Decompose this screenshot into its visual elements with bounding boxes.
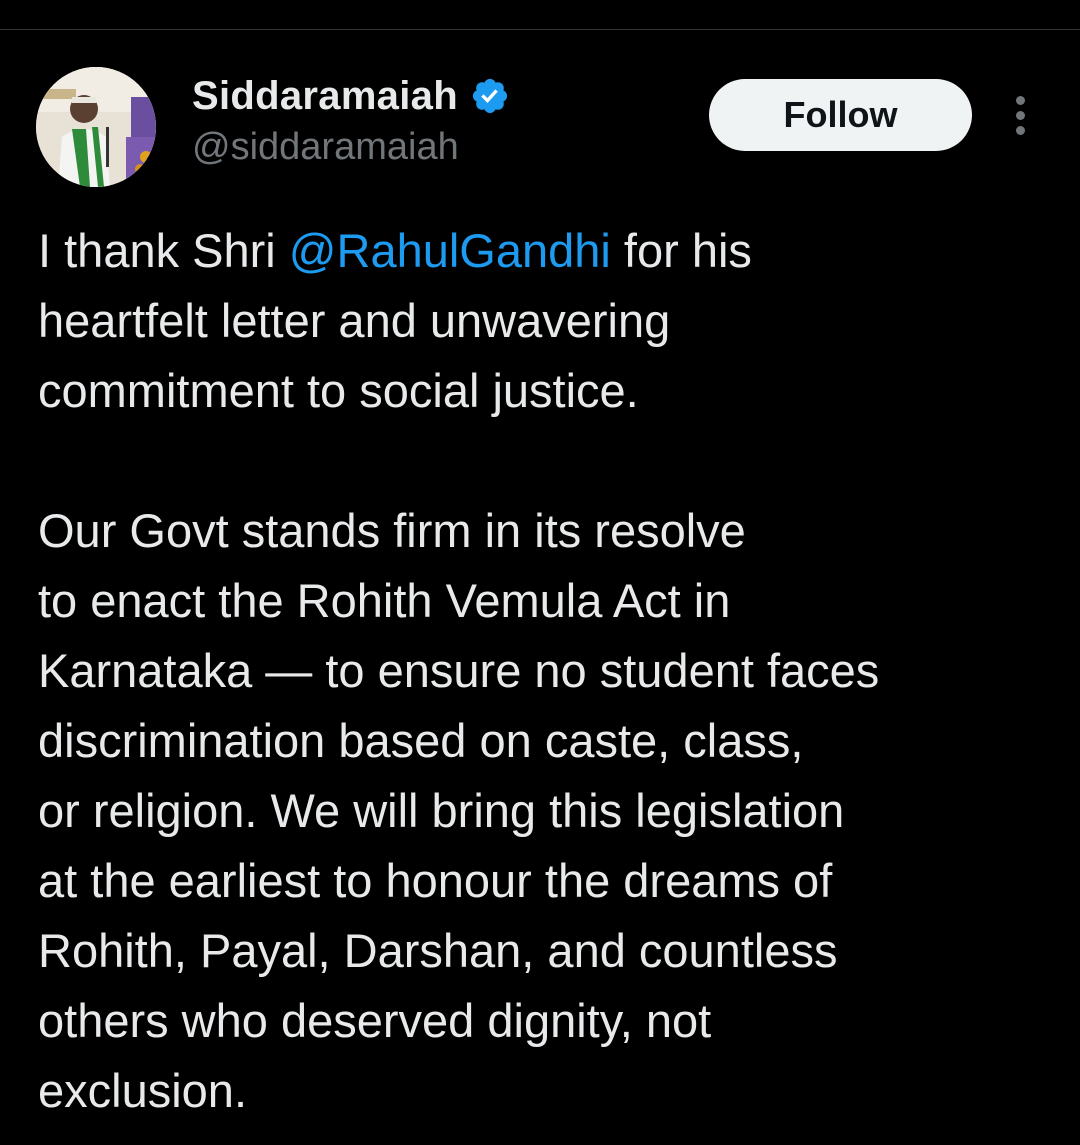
author-display-name[interactable]: Siddaramaiah (192, 74, 458, 119)
tweet-line: Karnataka — to ensure no student faces (38, 644, 880, 697)
author-name-row[interactable]: Siddaramaiah (192, 70, 510, 122)
tweet-text: I thank Shri @RahulGandhi for his heartf… (38, 216, 1058, 1126)
avatar-photo (36, 67, 156, 187)
tweet-line: or religion. We will bring this legislat… (38, 784, 845, 837)
author-handle[interactable]: @siddaramaiah (192, 126, 459, 169)
tweet-line: heartfelt letter and unwavering (38, 294, 671, 347)
tweet-line: others who deserved dignity, not (38, 994, 712, 1047)
tweet-line: Rohith, Payal, Darshan, and countless (38, 924, 838, 977)
more-options-icon[interactable] (1000, 90, 1040, 140)
tweet-line: exclusion. (38, 1064, 247, 1117)
follow-button[interactable]: Follow (709, 79, 972, 151)
more-dot (1015, 125, 1025, 135)
tweet-text-segment: for his (610, 224, 752, 277)
top-divider (0, 29, 1080, 30)
tweet-line: discrimination based on caste, class, (38, 714, 804, 767)
more-dot (1015, 95, 1025, 105)
tweet-line: I thank Shri @RahulGandhi for his (38, 216, 1058, 286)
tweet-line: at the earliest to honour the dreams of (38, 854, 833, 907)
tweet-line: commitment to social justice. (38, 364, 639, 417)
mention-link[interactable]: @RahulGandhi (289, 224, 611, 277)
more-dot (1015, 110, 1025, 120)
verified-badge-icon (470, 76, 510, 116)
tweet-text-segment: I thank Shri (38, 224, 289, 277)
tweet-line: Our Govt stands firm in its resolve (38, 504, 746, 557)
tweet-line: to enact the Rohith Vemula Act in (38, 574, 731, 627)
author-avatar[interactable] (36, 67, 156, 187)
